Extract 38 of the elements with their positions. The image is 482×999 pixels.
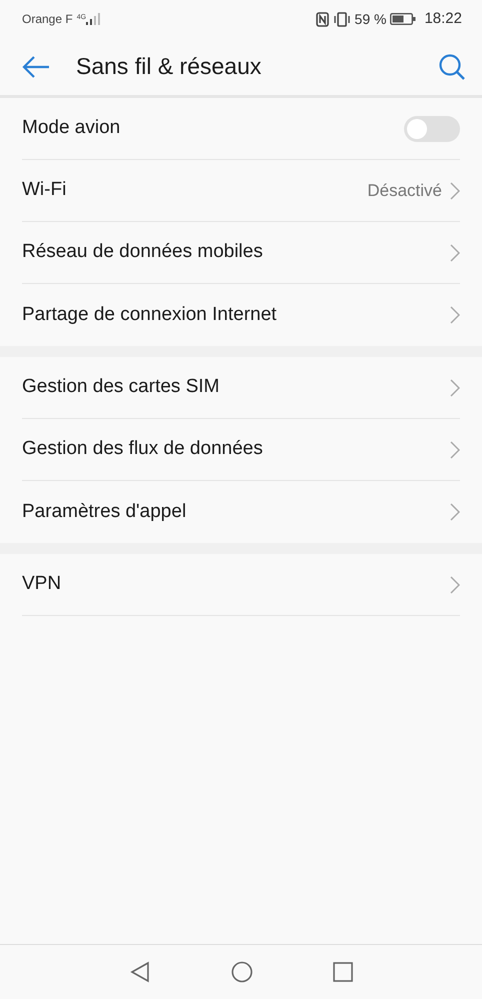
- chevron-icon: [450, 576, 460, 594]
- settings-item[interactable]: Partage de connexion Internet: [22, 284, 460, 346]
- search-icon[interactable]: [438, 52, 466, 80]
- home-nav-icon[interactable]: [231, 961, 253, 983]
- battery-icon: [390, 13, 416, 25]
- chevron-icon: [450, 378, 460, 396]
- item-label: VPN: [22, 572, 62, 596]
- item-value: Désactivé: [367, 180, 442, 202]
- item-label: Gestion des flux de données: [22, 437, 263, 462]
- chevron-icon: [450, 440, 460, 458]
- item-label: Mode avion: [22, 116, 120, 140]
- chevron-icon: [450, 244, 460, 262]
- clock: 18:22: [424, 8, 462, 29]
- chevron-icon: [450, 182, 460, 200]
- back-arrow-icon[interactable]: [22, 54, 50, 78]
- settings-item[interactable]: Wi-Fi Désactivé: [22, 160, 460, 222]
- item-label: Réseau de données mobiles: [22, 240, 263, 264]
- settings-item[interactable]: VPN: [22, 554, 460, 616]
- page-title: Sans fil & réseaux: [76, 52, 262, 80]
- chevron-icon: [450, 306, 460, 324]
- settings-item[interactable]: Gestion des cartes SIM: [22, 357, 460, 419]
- settings-item[interactable]: Réseau de données mobiles: [22, 222, 460, 284]
- item-label: Gestion des cartes SIM: [22, 375, 220, 400]
- carrier-name: Orange F: [22, 11, 73, 28]
- item-label: Partage de connexion Internet: [22, 302, 277, 327]
- chevron-icon: [450, 503, 460, 521]
- toggle-switch[interactable]: [404, 116, 460, 142]
- recents-nav-icon[interactable]: [333, 962, 353, 982]
- settings-item[interactable]: Paramètres d'appel: [22, 481, 460, 543]
- item-label: Wi-Fi: [22, 178, 66, 202]
- vibrate-icon: [332, 12, 351, 26]
- settings-item[interactable]: Mode avion: [22, 98, 460, 160]
- signal-icon: [86, 13, 100, 25]
- settings-item[interactable]: Gestion des flux de données: [22, 419, 460, 481]
- item-label: Paramètres d'appel: [22, 500, 186, 524]
- nfc-icon: [316, 12, 329, 26]
- battery-percent: 59 %: [354, 10, 386, 28]
- back-nav-icon[interactable]: [129, 961, 151, 983]
